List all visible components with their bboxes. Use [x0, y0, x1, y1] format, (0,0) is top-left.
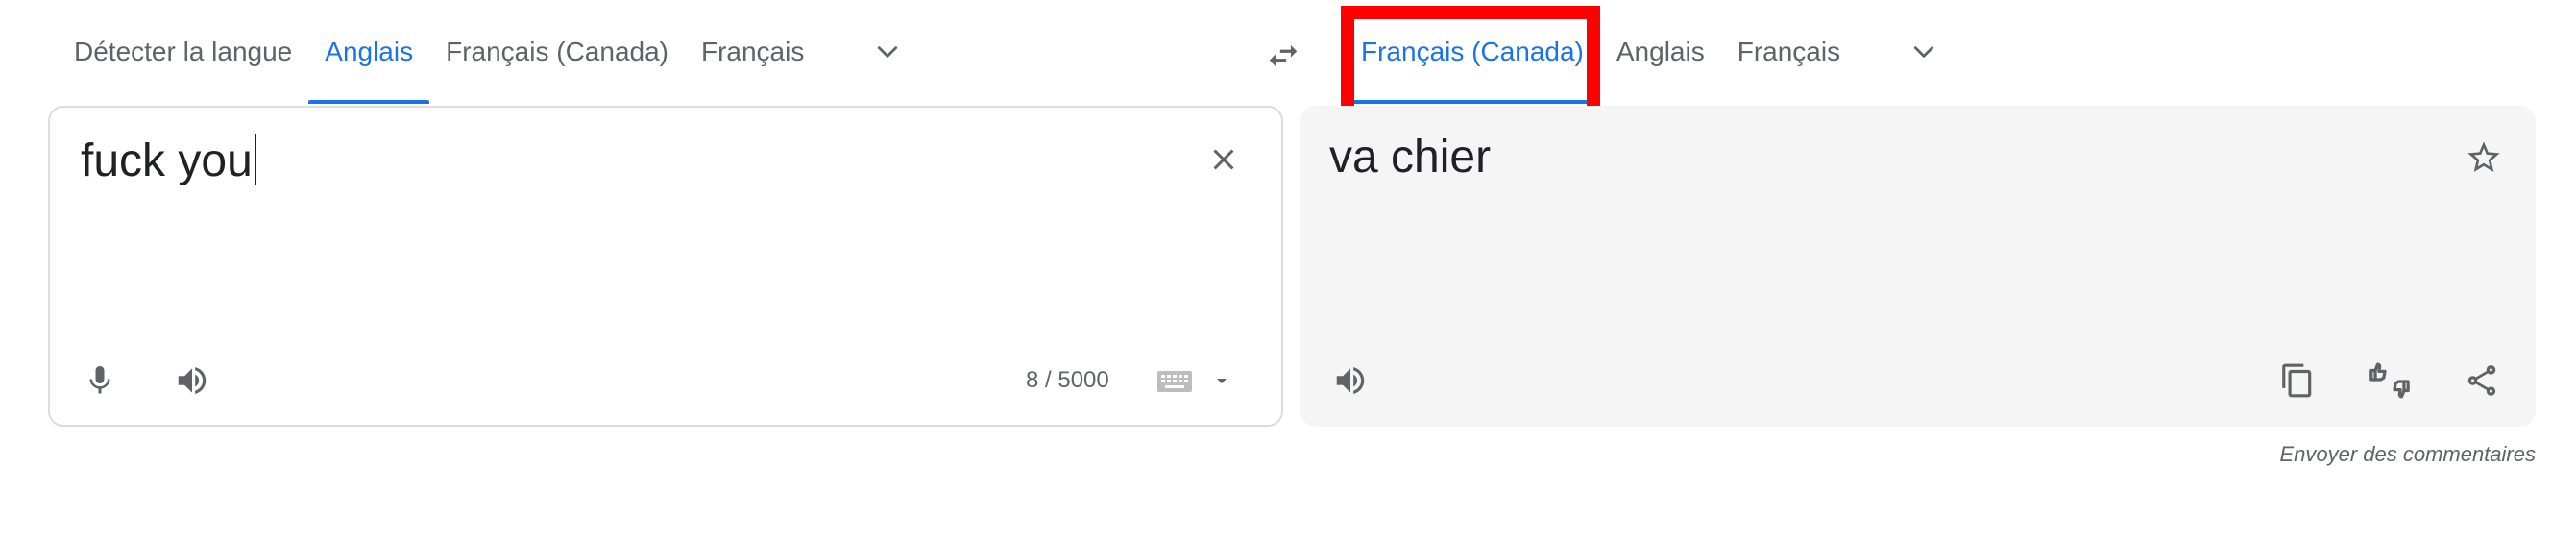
source-listen-button[interactable] — [161, 350, 223, 411]
send-feedback-link[interactable]: Envoyer des commentaires — [2279, 442, 2536, 467]
target-more-languages-button[interactable] — [1895, 0, 1953, 104]
target-tab-francais-canada[interactable]: Français (Canada) — [1345, 0, 1600, 104]
source-text-value: fuck you — [81, 136, 253, 186]
target-panel: va chier — [1300, 106, 2536, 427]
rate-translation-button[interactable] — [2359, 350, 2420, 411]
microphone-icon — [89, 366, 110, 394]
swap-arrows-icon — [1269, 44, 1298, 67]
chevron-down-icon — [1913, 46, 1934, 58]
copy-translation-button[interactable] — [2267, 350, 2328, 411]
share-icon — [2467, 365, 2496, 396]
microphone-button[interactable] — [69, 350, 131, 411]
source-tab-anglais[interactable]: Anglais — [308, 0, 429, 104]
feedback-thumbs-icon — [2369, 362, 2410, 399]
character-count: 8 / 5000 — [1026, 367, 1109, 393]
caret-down-icon — [1217, 379, 1227, 383]
source-language-bar: Détecter la langue Anglais Français (Can… — [58, 0, 916, 104]
source-text-input[interactable]: fuck you — [81, 133, 256, 190]
target-tab-anglais[interactable]: Anglais — [1600, 0, 1721, 104]
text-caret — [254, 134, 256, 185]
source-tab-detect[interactable]: Détecter la langue — [58, 0, 308, 104]
keyboard-icon — [1157, 371, 1192, 392]
source-tab-francais[interactable]: Français — [685, 0, 820, 104]
target-listen-button[interactable] — [1320, 350, 1381, 411]
save-translation-button[interactable] — [2453, 127, 2515, 188]
translated-text: va chier — [1329, 132, 1492, 183]
clear-text-button[interactable] — [1193, 129, 1254, 190]
source-panel: fuck you 8 / 5000 — [48, 106, 1283, 427]
star-icon — [2467, 141, 2500, 172]
share-translation-button[interactable] — [2451, 350, 2513, 411]
chevron-down-icon — [878, 46, 898, 58]
source-more-languages-button[interactable] — [859, 0, 916, 104]
copy-icon — [2282, 363, 2312, 398]
source-tab-francais-canada[interactable]: Français (Canada) — [429, 0, 685, 104]
swap-languages-button[interactable] — [1254, 27, 1312, 85]
speaker-icon — [178, 367, 207, 394]
target-language-bar: Français (Canada) Anglais Français — [1345, 0, 1953, 104]
close-icon — [1213, 149, 1234, 170]
target-tab-francais[interactable]: Français — [1721, 0, 1857, 104]
input-tools-button[interactable] — [1156, 359, 1252, 402]
speaker-icon — [1336, 367, 1365, 394]
